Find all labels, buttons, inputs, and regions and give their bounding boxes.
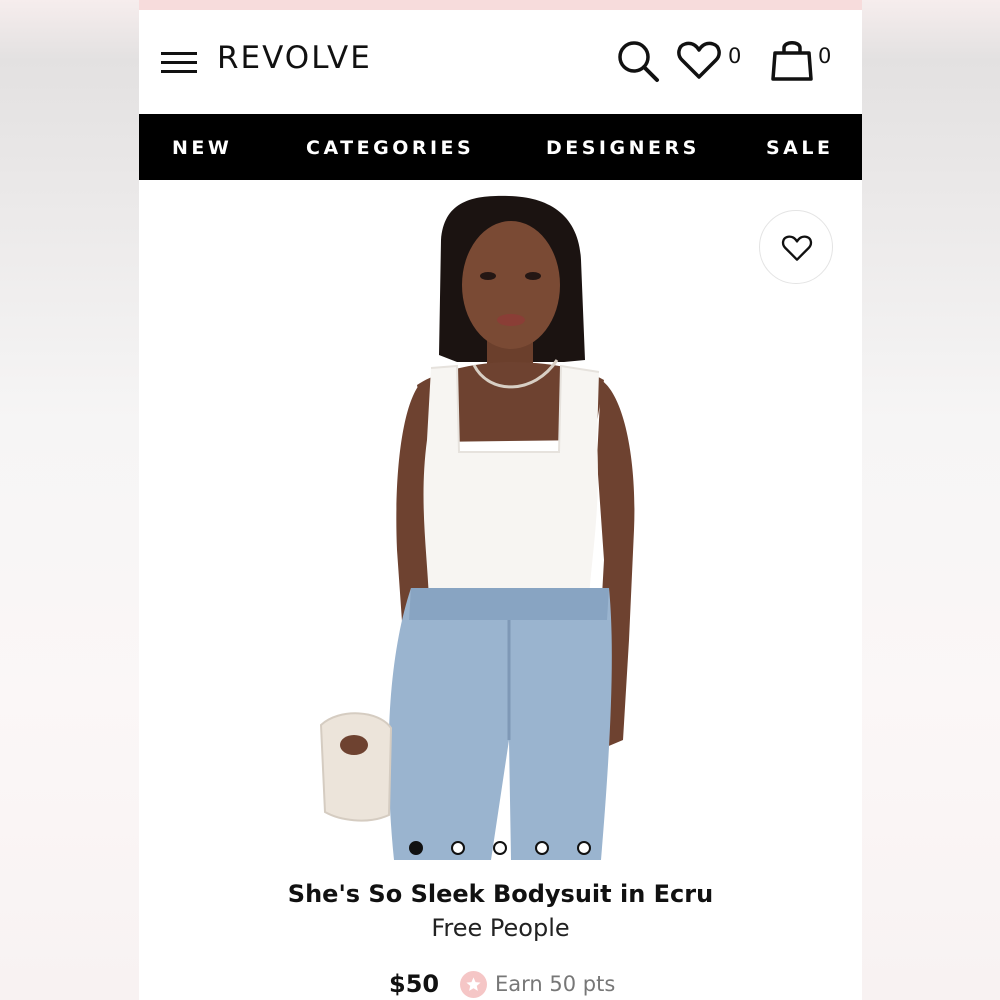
carousel-dot-2[interactable] xyxy=(451,841,465,855)
product-image[interactable] xyxy=(139,180,862,860)
search-icon[interactable] xyxy=(615,38,661,84)
wishlist-heart-icon[interactable] xyxy=(677,40,721,80)
bag-icon[interactable] xyxy=(771,38,813,82)
main-nav: NEW CATEGORIES DESIGNERS SALE xyxy=(139,114,862,180)
points-badge xyxy=(460,971,487,998)
favorite-button[interactable] xyxy=(759,210,833,284)
wishlist-count: 0 xyxy=(728,44,742,68)
menu-icon[interactable] xyxy=(161,52,197,74)
product-brand[interactable]: Free People xyxy=(139,914,862,942)
status-strip xyxy=(139,0,862,10)
nav-item-categories[interactable]: CATEGORIES xyxy=(306,137,474,159)
bag-count: 0 xyxy=(818,44,832,68)
carousel-dot-3[interactable] xyxy=(493,841,507,855)
product-price: $50 xyxy=(389,970,440,998)
points-label: Earn 50 pts xyxy=(495,972,616,996)
star-icon xyxy=(466,977,481,991)
nav-item-designers[interactable]: DESIGNERS xyxy=(546,137,700,159)
carousel-dot-4[interactable] xyxy=(535,841,549,855)
nav-item-new[interactable]: NEW xyxy=(172,137,232,159)
heart-icon xyxy=(781,235,813,261)
product-title[interactable]: She's So Sleek Bodysuit in Ecru xyxy=(139,880,862,908)
nav-item-sale[interactable]: SALE xyxy=(766,137,833,159)
site-header: REVOLVE 0 0 xyxy=(139,10,862,114)
carousel-dot-1[interactable] xyxy=(409,841,423,855)
phone-screen: REVOLVE 0 0 NEW CATEGORIES DESIGNERS SAL… xyxy=(139,0,862,1000)
site-logo[interactable]: REVOLVE xyxy=(217,40,372,76)
image-carousel-dots xyxy=(409,841,599,857)
carousel-dot-5[interactable] xyxy=(577,841,591,855)
